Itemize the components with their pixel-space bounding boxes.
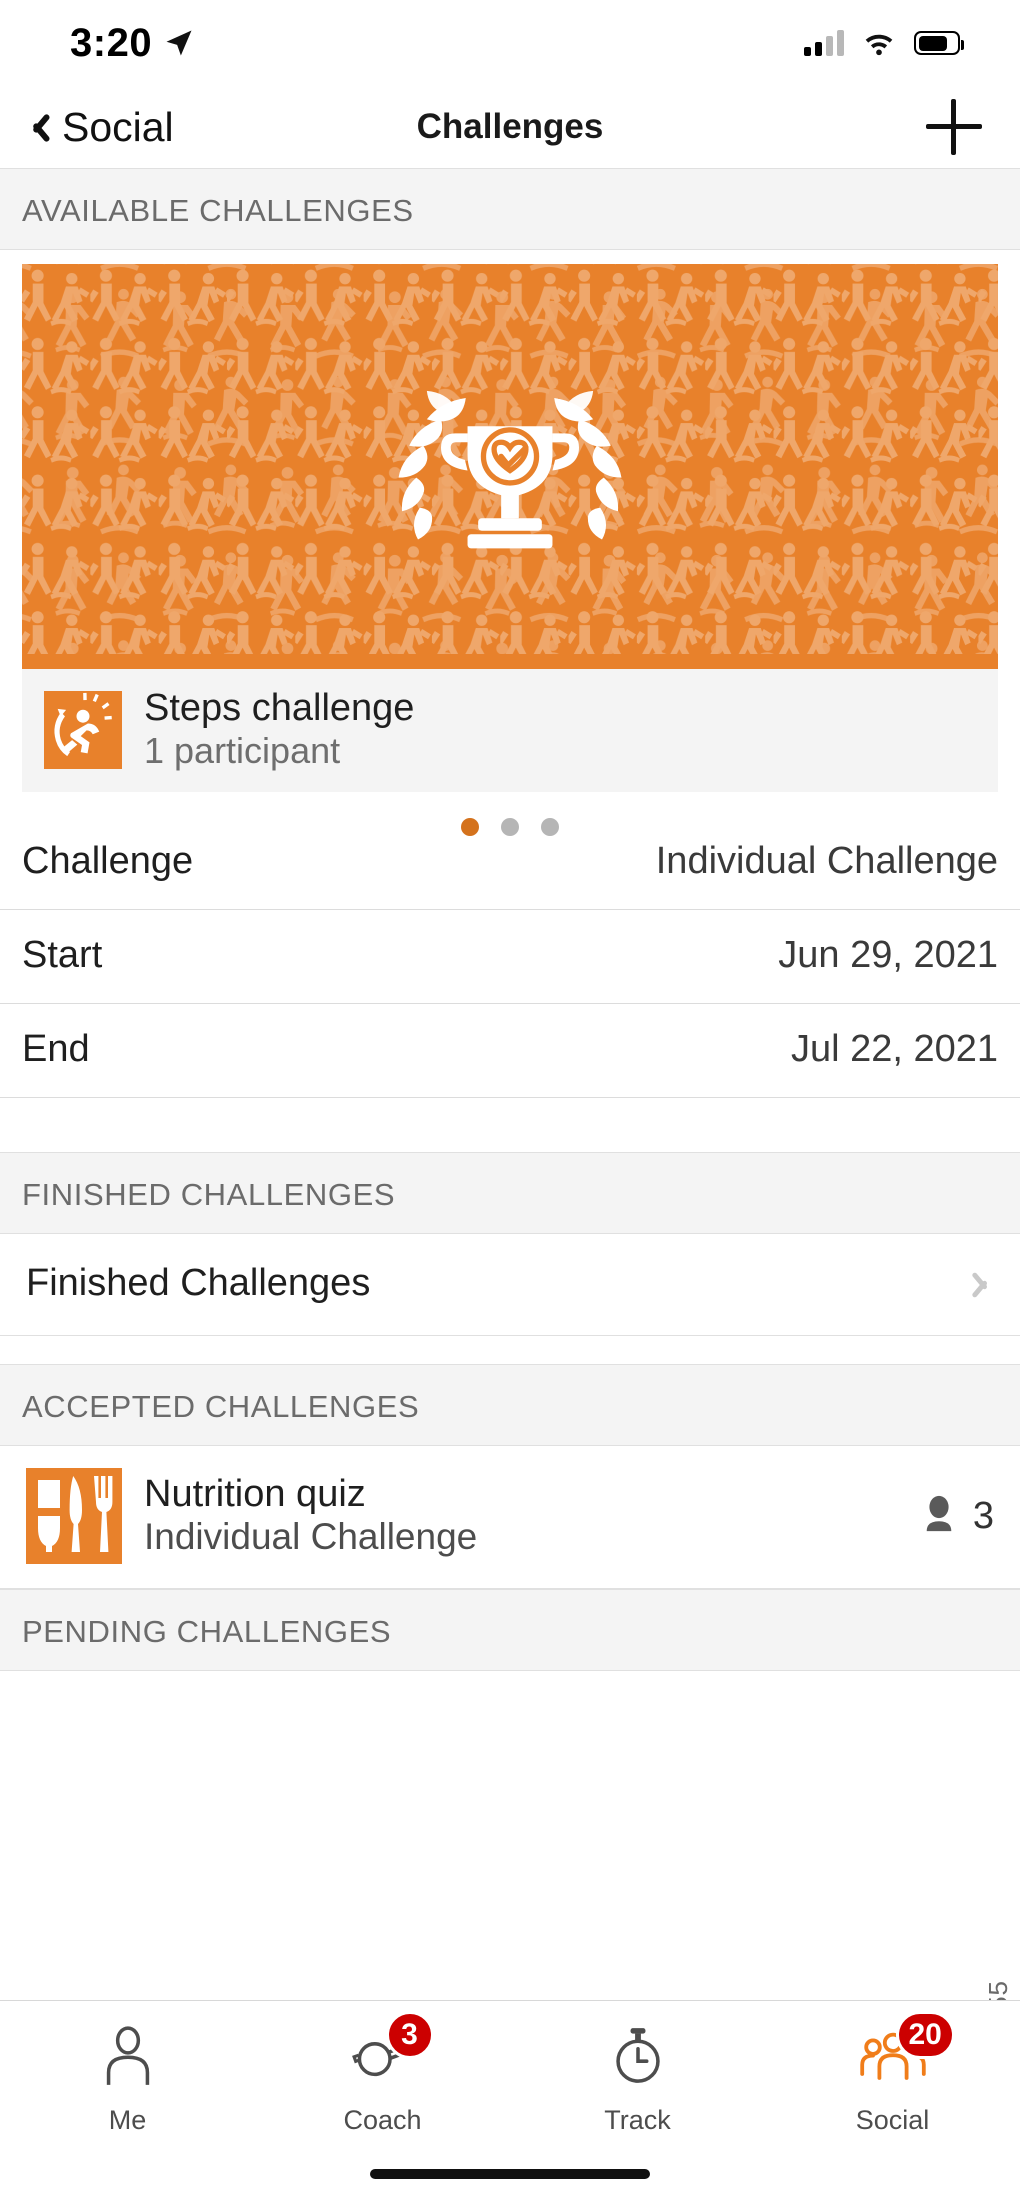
tab-social-badge: 20 — [895, 2011, 955, 2059]
challenge-banner — [22, 264, 998, 669]
tab-track-icon-wrap — [601, 2019, 675, 2093]
home-indicator — [370, 2169, 650, 2179]
location-arrow-icon — [166, 30, 192, 56]
nav-bar: Social Challenges — [0, 86, 1020, 168]
battery-icon — [914, 31, 964, 55]
status-bar-left: 3:20 — [70, 21, 194, 66]
participants-number: 3 — [972, 1494, 994, 1537]
status-bar: 3:20 — [0, 0, 1020, 86]
pager-dot-1[interactable] — [461, 818, 479, 837]
detail-label: End — [22, 1028, 90, 1071]
wifi-icon — [865, 34, 893, 56]
accepted-challenge-title: Nutrition quiz — [144, 1473, 366, 1516]
available-challenge-card[interactable]: Steps challenge 1 participant — [22, 264, 998, 793]
detail-value: Jul 22, 2021 — [790, 1028, 998, 1071]
chevron-right-icon — [978, 1267, 994, 1301]
tab-me-label: Me — [108, 2105, 147, 2135]
carousel-pager[interactable] — [0, 792, 1020, 837]
challenge-card-title: Steps challenge — [144, 687, 415, 729]
chevron-left-icon — [28, 108, 50, 146]
tab-social[interactable]: 20 Social — [765, 2011, 1020, 2136]
person-icon — [926, 1495, 952, 1532]
back-button-label: Social — [62, 103, 174, 150]
detail-row-end: End Jul 22, 2021 — [0, 1004, 1020, 1099]
section-header-available: AVAILABLE CHALLENGES — [0, 168, 1020, 250]
add-challenge-button[interactable] — [926, 99, 982, 155]
tab-me-icon-wrap — [91, 2019, 165, 2093]
tab-coach-badge: 3 — [385, 2011, 434, 2059]
pager-dot-3[interactable] — [541, 818, 559, 837]
detail-row-challenge-type: Challenge Individual Challenge — [0, 836, 1020, 911]
section-header-accepted: ACCEPTED CHALLENGES — [0, 1364, 1020, 1447]
tab-social-icon-wrap: 20 — [856, 2011, 955, 2093]
status-bar-right — [804, 30, 964, 56]
accepted-challenge-text: Nutrition quiz Individual Challenge — [144, 1473, 921, 1558]
accepted-challenge-subtitle: Individual Challenge — [144, 1515, 478, 1557]
cutlery-nutrition-icon — [26, 1468, 122, 1565]
app-screen: 3:20 Social Challenges AVAILABLE CHALLEN — [0, 0, 1020, 2205]
pager-dot-2[interactable] — [501, 818, 519, 837]
tab-track-label: Track — [604, 2105, 671, 2135]
stopwatch-icon — [615, 2028, 660, 2083]
tab-coach-label: Coach — [343, 2105, 422, 2135]
challenge-card-subtitle: 1 participant — [144, 729, 341, 771]
detail-row-start: Start Jun 29, 2021 — [0, 910, 1020, 1005]
trophy-laurel-icon — [398, 390, 622, 548]
tab-track[interactable]: Track — [510, 2019, 765, 2136]
challenge-card-footer: Steps challenge 1 participant — [22, 669, 998, 792]
detail-value: Individual Challenge — [655, 840, 998, 883]
cellular-signal-icon — [804, 30, 844, 56]
finished-challenges-row[interactable]: Finished Challenges — [0, 1234, 1020, 1337]
detail-label: Challenge — [22, 840, 194, 883]
section-header-pending: PENDING CHALLENGES — [0, 1589, 1020, 1672]
tab-social-label: Social — [855, 2105, 930, 2135]
tab-bar: Me 3 Coach Track 20 Social — [0, 2000, 1020, 2205]
accepted-challenge-row[interactable]: Nutrition quiz Individual Challenge 3 — [0, 1446, 1020, 1590]
challenge-card-text: Steps challenge 1 participant — [144, 687, 414, 772]
section-header-finished: FINISHED CHALLENGES — [0, 1152, 1020, 1235]
participants-count: 3 — [921, 1495, 994, 1538]
detail-value: Jun 29, 2021 — [778, 934, 998, 977]
person-outline-icon — [106, 2026, 149, 2085]
running-person-icon — [44, 690, 122, 769]
tab-coach-icon-wrap: 3 — [346, 2011, 434, 2093]
finished-challenges-label: Finished Challenges — [26, 1262, 371, 1305]
section-gap — [0, 1098, 1020, 1153]
tab-me[interactable]: Me — [0, 2019, 255, 2136]
status-time: 3:20 — [70, 20, 153, 65]
available-challenge-card-wrap: Steps challenge 1 participant — [0, 250, 1020, 793]
section-gap-2 — [0, 1336, 1020, 1365]
tab-coach[interactable]: 3 Coach — [255, 2011, 510, 2136]
detail-label: Start — [22, 934, 103, 977]
back-button[interactable]: Social — [28, 104, 174, 151]
